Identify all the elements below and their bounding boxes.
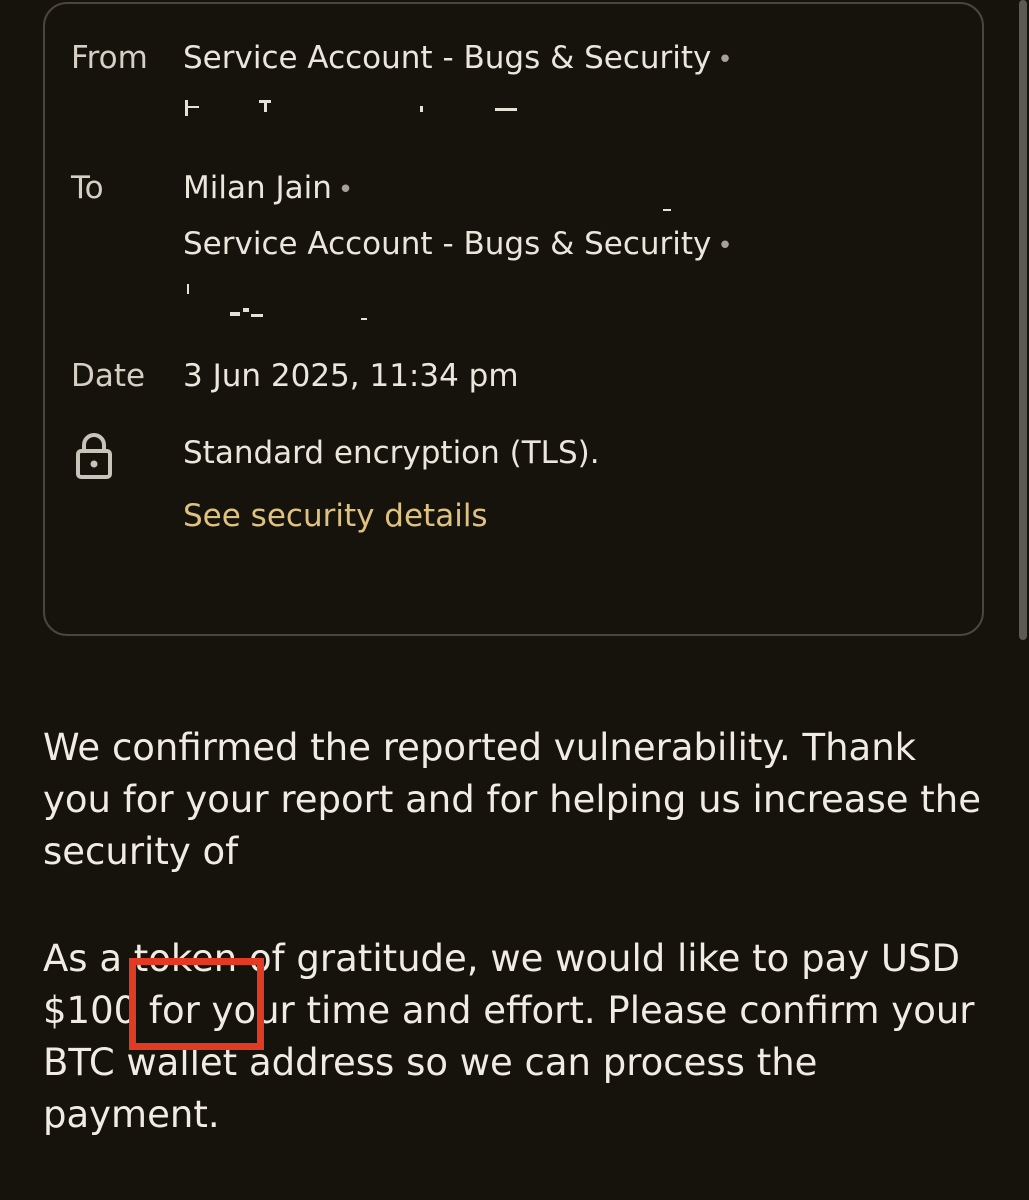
scrollbar[interactable] [1019,0,1027,640]
encryption-text: Standard encryption (TLS). [183,435,600,471]
redacted-email [663,209,673,219]
from-sender-name: Service Account - Bugs & Security [183,40,712,76]
see-security-details-link[interactable]: See security details [183,498,488,534]
to-recipient-2[interactable]: Service Account - Bugs & Security • [183,226,733,262]
from-label: From [71,40,148,76]
redacted-email [185,100,525,116]
separator-dot: • [337,175,354,205]
to-recipient-1-name: Milan Jain [183,170,332,206]
date-value: 3 Jun 2025, 11:34 pm [183,358,519,394]
from-sender[interactable]: Service Account - Bugs & Security • [183,40,733,76]
to-recipient-1[interactable]: Milan Jain • [183,170,353,206]
message-paragraph-1: We confirmed the reported vulnerability.… [43,726,981,873]
message-paragraph-2: As a token of gratitude, we would like t… [43,937,975,1136]
lock-icon [76,433,112,479]
redacted-email [185,284,385,324]
email-details-card: From Service Account - Bugs & Security • … [43,2,984,636]
date-label: Date [71,358,146,394]
separator-dot: • [717,231,733,261]
to-label: To [71,170,104,206]
to-recipient-2-name: Service Account - Bugs & Security [183,226,712,262]
separator-dot: • [717,45,733,75]
